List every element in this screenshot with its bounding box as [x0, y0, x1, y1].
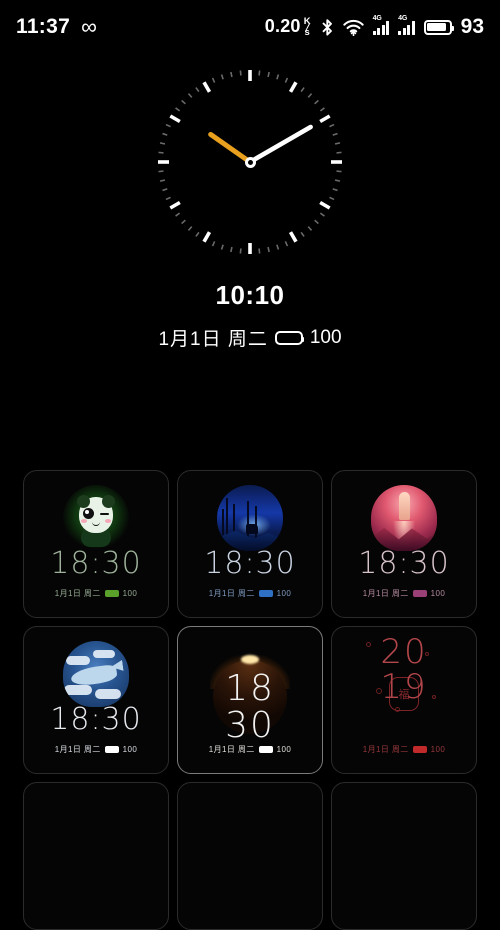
watchface-date-row: 1月1日 周二 100 — [332, 744, 476, 755]
preview-battery-icon — [274, 330, 305, 345]
watchface-time: 18 30 — [178, 668, 322, 746]
whale-scene — [63, 641, 129, 707]
empty-watchface-slot-2[interactable] — [177, 782, 323, 930]
status-bar-clock: 11:37 — [16, 15, 71, 38]
network-speed-indicator: 0.20 K s — [265, 16, 312, 38]
watchface-battery-icon — [412, 746, 427, 753]
watchface-battery-icon — [104, 746, 119, 753]
rocket-watchface[interactable]: 18:30 1月1日 周二 100 — [331, 470, 477, 618]
watchface-date: 1月1日 周二 — [54, 745, 101, 754]
network-speed-value: 0.20 — [264, 16, 301, 37]
panda-head — [77, 495, 115, 533]
battery-icon — [423, 19, 454, 35]
empty-watchface-slot-3[interactable] — [331, 782, 477, 930]
watchface-time: 18:30 — [50, 702, 142, 737]
watchface-battery-level: 100 — [276, 745, 292, 754]
watchface-art — [63, 485, 129, 551]
analog-clock — [150, 62, 350, 262]
watchface-time: 18:30 — [358, 546, 450, 581]
watchface-date-row: 1月1日 周二 100 — [178, 588, 322, 599]
status-bar-left: 11:37 ∞ — [16, 15, 97, 39]
watchface-date-row: 1月1日 周二 100 — [178, 744, 322, 755]
signal-icon-sim2: 4G — [398, 15, 415, 35]
wifi-icon — [342, 19, 364, 36]
signal-icon-sim1: 4G — [372, 15, 390, 35]
watchface-time-line2: 19 — [380, 666, 428, 707]
hour-hand — [208, 131, 253, 165]
watchface-time: 18:30 — [50, 546, 142, 581]
minute-hand — [247, 124, 313, 165]
watchface-battery-level: 100 — [122, 589, 138, 598]
watchface-battery-level: 100 — [276, 589, 292, 598]
watchface-battery-level: 100 — [430, 589, 446, 598]
clock-center-hub — [244, 156, 256, 168]
watchface-art — [217, 485, 283, 551]
watchface-battery-icon — [258, 746, 273, 753]
watchface-time: 20 19 — [332, 635, 476, 704]
watchface-preview: 10:10 1月1日 周二 100 — [0, 54, 500, 384]
watchface-date: 1月1日 周二 — [208, 745, 255, 754]
preview-date: 1月1日 周二 — [158, 329, 268, 350]
watchface-date-row: 1月1日 周二 100 — [24, 588, 168, 599]
empty-watchface-slot-1[interactable] — [23, 782, 169, 930]
watchface-time-line2: 30 — [225, 704, 275, 746]
preview-battery-level: 100 — [309, 326, 342, 348]
status-bar: 11:37 ∞ 0.20 K s 4G 4G 93 — [0, 0, 500, 54]
whale-watchface[interactable]: 18:30 1月1日 周二 100 — [23, 626, 169, 774]
newyear-2019-watchface[interactable]: 2019 1月1日 周二 100 — [331, 626, 477, 774]
watchface-date-row: 1月1日 周二 100 — [24, 744, 168, 755]
watchface-art — [371, 485, 437, 551]
battery-percentage: 93 — [460, 15, 484, 38]
watchface-date: 1月1日 周二 — [208, 589, 255, 598]
watchface-date: 1月1日 周二 — [362, 745, 409, 754]
panda-watchface[interactable]: 18:30 1月1日 周二 100 — [23, 470, 169, 618]
status-bar-right: 0.20 K s 4G 4G 93 — [265, 15, 484, 39]
watchface-art — [63, 641, 129, 707]
infinity-icon: ∞ — [81, 14, 97, 39]
watchface-battery-level: 100 — [430, 745, 446, 754]
watchface-battery-icon — [412, 590, 427, 597]
forest-deer-watchface[interactable]: 18:30 1月1日 周二 100 — [177, 470, 323, 618]
watchface-time: 18:30 — [204, 546, 296, 581]
watchface-date: 1月1日 周二 — [362, 589, 409, 598]
rocket-scene — [371, 485, 437, 551]
watchface-battery-level: 100 — [122, 745, 138, 754]
watchface-date-row: 1月1日 周二 100 — [332, 588, 476, 599]
forest-scene — [217, 485, 283, 551]
watchface-battery-icon — [258, 590, 273, 597]
preview-date-row: 1月1日 周二 100 — [158, 324, 341, 351]
preview-digital-time: 10:10 — [215, 280, 285, 310]
bluetooth-icon — [321, 18, 334, 37]
network-speed-unit: K s — [303, 16, 311, 38]
watchface-date: 1月1日 周二 — [54, 589, 101, 598]
watchface-battery-icon — [104, 590, 119, 597]
watchface-time-line1: 18 — [225, 668, 275, 709]
watchface-grid[interactable]: 18:30 1月1日 周二 100 18:30 1月1日 周二 100 18:30 1月1日 … — [0, 470, 500, 930]
eclipse-watchface[interactable]: 18 30 1月1日 周二 100 — [177, 626, 323, 774]
watchface-time-line1: 20 — [380, 632, 428, 672]
